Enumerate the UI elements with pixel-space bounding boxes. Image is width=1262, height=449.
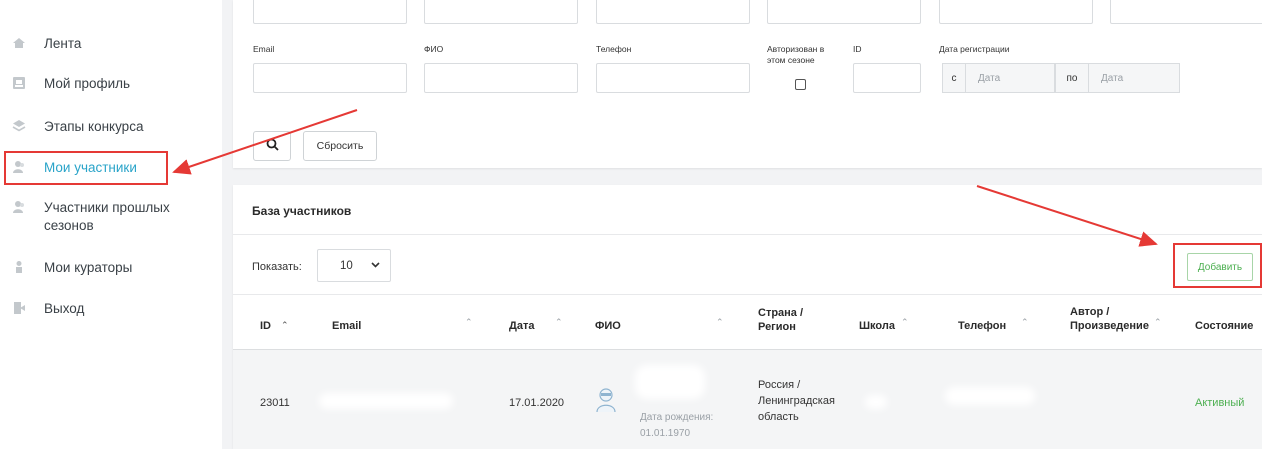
sort-icon[interactable]: ⌃: [716, 317, 724, 328]
users-icon: [12, 200, 26, 214]
sort-asc-icon[interactable]: ⌃: [281, 320, 289, 331]
participants-panel: База участников Показать: 10 Добавить ID…: [233, 185, 1262, 449]
column-header-id[interactable]: ID: [260, 319, 271, 333]
filter-input-top-1[interactable]: [253, 0, 407, 24]
sort-icon[interactable]: ⌃: [555, 317, 563, 328]
sidebar-item-label: Выход: [44, 301, 85, 316]
authorized-checkbox[interactable]: [795, 79, 806, 90]
sidebar-item-label: Мой профиль: [44, 76, 131, 91]
status-badge: Активный: [1195, 397, 1245, 409]
email-label: Email: [253, 44, 275, 54]
exit-icon: [12, 301, 26, 315]
filter-input-top-4[interactable]: [767, 0, 921, 24]
redacted-name: [635, 365, 705, 399]
show-label: Показать:: [252, 261, 302, 273]
sidebar: Лента Мой профиль Этапы конкурса Мои уча…: [0, 0, 222, 449]
sort-icon[interactable]: ⌃: [1021, 317, 1029, 328]
redacted-school: [865, 395, 887, 409]
date-from-field[interactable]: Дата: [965, 63, 1055, 93]
curator-icon: [12, 260, 26, 274]
avatar-icon: [595, 387, 617, 418]
search-icon: [266, 138, 279, 154]
fio-field[interactable]: [424, 63, 578, 93]
sidebar-item-stages[interactable]: Этапы конкурса: [0, 118, 222, 136]
chevron-down-icon: [371, 260, 380, 271]
sort-icon[interactable]: ⌃: [901, 317, 909, 328]
birth-date-label: Дата рождения:: [640, 412, 714, 423]
column-header-region[interactable]: Страна / Регион: [758, 306, 833, 334]
row-id: 23011: [260, 397, 290, 409]
sidebar-item-label: Лента: [44, 36, 82, 51]
filter-input-top-3[interactable]: [596, 0, 750, 24]
sidebar-item-label: Этапы конкурса: [44, 119, 144, 134]
redacted-phone: [945, 387, 1035, 405]
search-button[interactable]: [253, 131, 291, 161]
sort-icon[interactable]: ⌃: [465, 317, 473, 328]
sidebar-item-curators[interactable]: Мои кураторы: [0, 259, 222, 277]
layers-icon: [12, 119, 26, 133]
panel-title: База участников: [252, 204, 352, 218]
column-header-email[interactable]: Email: [332, 319, 361, 333]
filter-input-top-5[interactable]: [939, 0, 1093, 24]
row-region: Россия / Ленинградская область: [758, 379, 835, 423]
phone-label: Телефон: [596, 44, 632, 54]
divider: [233, 234, 1262, 235]
column-header-school[interactable]: Школа: [859, 319, 895, 333]
id-field[interactable]: [853, 63, 921, 93]
sidebar-item-logout[interactable]: Выход: [0, 300, 222, 318]
page-size-value: 10: [340, 259, 353, 272]
reg-date-label: Дата регистрации: [939, 44, 1010, 54]
page-size-select[interactable]: 10: [317, 249, 391, 282]
authorized-label: Авторизован в этом сезоне: [767, 44, 825, 65]
filter-panel: Email ФИО Телефон Авторизован в этом сез…: [233, 0, 1262, 168]
sidebar-item-profile[interactable]: Мой профиль: [0, 75, 222, 93]
column-header-fio[interactable]: ФИО: [595, 319, 621, 333]
phone-field[interactable]: [596, 63, 750, 93]
annotation-highlight-box: [1173, 243, 1262, 288]
row-date: 17.01.2020: [509, 397, 565, 409]
date-from-addon: с: [942, 63, 966, 93]
email-field[interactable]: [253, 63, 407, 93]
annotation-highlight-box: [4, 151, 168, 185]
column-header-date[interactable]: Дата: [509, 319, 534, 333]
redacted-email: [319, 393, 453, 409]
column-header-status[interactable]: Состояние: [1195, 319, 1253, 333]
fio-label: ФИО: [424, 44, 444, 54]
birth-date-value: 01.01.1970: [640, 428, 691, 439]
column-header-author[interactable]: Автор / Произведение: [1070, 305, 1160, 333]
divider: [233, 294, 1262, 295]
profile-card-icon: [12, 76, 26, 90]
id-label: ID: [853, 44, 862, 54]
date-to-field[interactable]: Дата: [1088, 63, 1180, 93]
sidebar-item-feed[interactable]: Лента: [0, 35, 222, 53]
filter-input-top-2[interactable]: [424, 0, 578, 24]
sidebar-item-label: Участники прошлых сезонов: [44, 200, 170, 233]
sort-icon[interactable]: ⌃: [1154, 317, 1162, 328]
filter-input-top-6[interactable]: [1110, 0, 1262, 24]
sidebar-item-label: Мои кураторы: [44, 260, 133, 275]
column-header-phone[interactable]: Телефон: [958, 319, 1006, 333]
sidebar-item-past-participants[interactable]: Участники прошлых сезонов: [0, 199, 222, 235]
reset-button[interactable]: Сбросить: [303, 131, 377, 161]
home-icon: [12, 36, 26, 50]
date-to-addon: по: [1055, 63, 1089, 93]
